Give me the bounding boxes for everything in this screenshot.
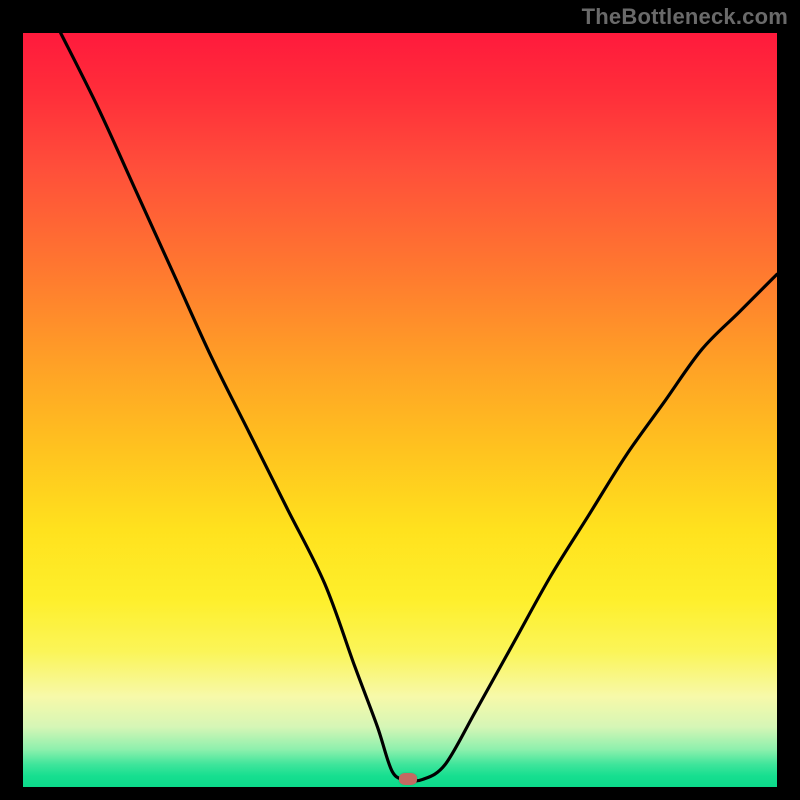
- watermark: TheBottleneck.com: [582, 4, 788, 30]
- bottleneck-curve: [23, 33, 777, 787]
- curve-path: [61, 33, 777, 781]
- chart-frame: TheBottleneck.com: [0, 0, 800, 800]
- plot-area: [20, 30, 780, 790]
- optimal-marker: [399, 773, 417, 785]
